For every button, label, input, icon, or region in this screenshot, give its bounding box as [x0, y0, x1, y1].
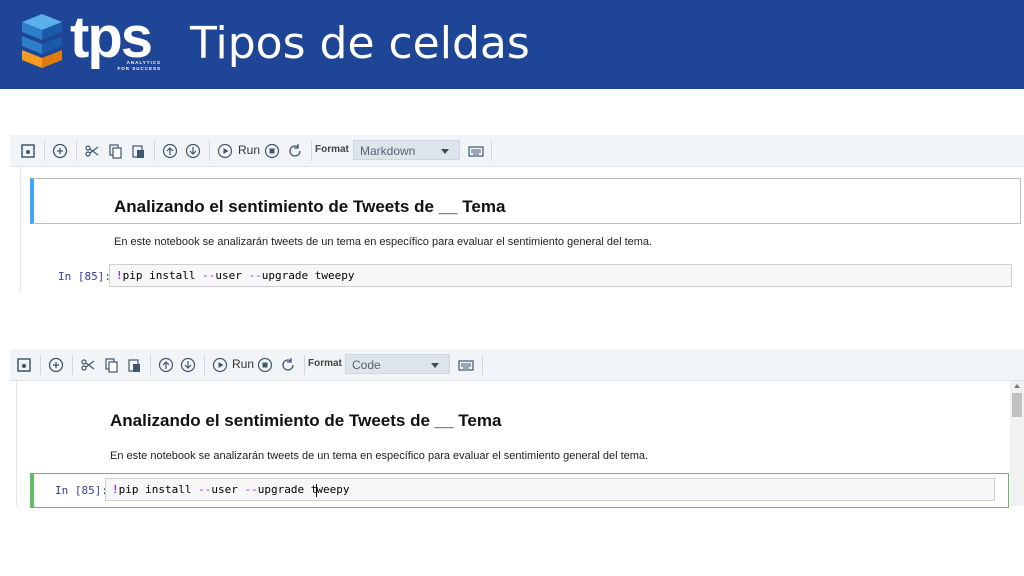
code-token: weepy	[316, 483, 350, 496]
cut-icon[interactable]	[78, 355, 98, 375]
cell-type-value: Markdown	[360, 144, 416, 158]
copy-icon[interactable]	[105, 141, 125, 161]
save-icon[interactable]	[14, 355, 34, 375]
code-token: user	[215, 269, 249, 282]
vertical-scrollbar[interactable]	[1010, 381, 1024, 506]
code-bang: !	[112, 483, 119, 496]
insert-cell-icon[interactable]	[50, 141, 70, 161]
keyboard-icon[interactable]	[456, 355, 476, 375]
notebook-screenshot-code: Run Format Code Analizando el sentimient…	[10, 349, 1024, 508]
move-up-icon[interactable]	[160, 141, 180, 161]
slide-title: Tipos de celdas	[190, 18, 530, 69]
stop-icon[interactable]	[255, 355, 275, 375]
markdown-paragraph: En este notebook se analizarán tweets de…	[114, 236, 653, 248]
format-label: Format	[308, 358, 342, 369]
code-token: user	[211, 483, 245, 496]
code-token: pip install	[118, 483, 199, 496]
paste-icon[interactable]	[124, 355, 144, 375]
format-label: Format	[315, 144, 349, 155]
cell-type-select[interactable]: Markdown	[353, 140, 460, 160]
code-token: pip install	[122, 269, 203, 282]
stop-icon[interactable]	[262, 141, 282, 161]
input-prompt: In [85]:	[55, 484, 108, 497]
code-token: upgrade t	[257, 483, 318, 496]
notebook-screenshot-markdown: Run Format Markdown Analizando el sentim…	[10, 135, 1024, 292]
code-input-area[interactable]: !pip install --user --upgrade tweepy	[105, 478, 995, 501]
markdown-paragraph: En este notebook se analizarán tweets de…	[110, 450, 649, 462]
chevron-down-icon	[441, 149, 449, 154]
move-down-icon[interactable]	[178, 355, 198, 375]
code-operator: --	[244, 483, 258, 496]
notebook-toolbar: Run Format Markdown	[10, 135, 1024, 167]
paste-icon[interactable]	[128, 141, 148, 161]
tagline-line-2: FOR SUCCESS	[117, 66, 161, 71]
restart-icon[interactable]	[285, 141, 305, 161]
code-token: upgrade tweepy	[261, 269, 355, 282]
markdown-heading: Analizando el sentimiento de Tweets de _…	[110, 411, 502, 430]
run-icon[interactable]	[215, 141, 235, 161]
run-icon[interactable]	[210, 355, 230, 375]
cell-type-select[interactable]: Code	[345, 354, 450, 374]
code-operator: --	[198, 483, 212, 496]
save-icon[interactable]	[18, 141, 38, 161]
code-input-area[interactable]: !pip install --user --upgrade tweepy	[109, 264, 1012, 287]
cut-icon[interactable]	[82, 141, 102, 161]
run-label[interactable]: Run	[238, 143, 260, 157]
notebook-left-edge	[20, 167, 21, 292]
slide-header: tps ANALYTICS FOR SUCCESS Tipos de celda…	[0, 0, 1024, 89]
notebook-left-edge	[16, 381, 17, 506]
copy-icon[interactable]	[101, 355, 121, 375]
brand-tagline: ANALYTICS FOR SUCCESS	[116, 60, 161, 72]
cell-type-value: Code	[352, 358, 381, 372]
run-label[interactable]: Run	[232, 357, 254, 371]
keyboard-icon[interactable]	[466, 141, 486, 161]
move-up-icon[interactable]	[156, 355, 176, 375]
notebook-toolbar: Run Format Code	[10, 349, 1024, 381]
insert-cell-icon[interactable]	[46, 355, 66, 375]
scroll-up-arrow-icon[interactable]	[1014, 384, 1020, 388]
scrollbar-thumb[interactable]	[1012, 393, 1022, 417]
code-operator: --	[202, 269, 216, 282]
code-bang: !	[116, 269, 123, 282]
code-operator: --	[248, 269, 262, 282]
markdown-cell-selected[interactable]: Analizando el sentimiento de Tweets de _…	[30, 178, 1021, 224]
restart-icon[interactable]	[278, 355, 298, 375]
input-prompt: In [85]:	[58, 270, 111, 283]
chevron-down-icon	[431, 363, 439, 368]
markdown-heading: Analizando el sentimiento de Tweets de _…	[114, 197, 506, 216]
move-down-icon[interactable]	[183, 141, 203, 161]
